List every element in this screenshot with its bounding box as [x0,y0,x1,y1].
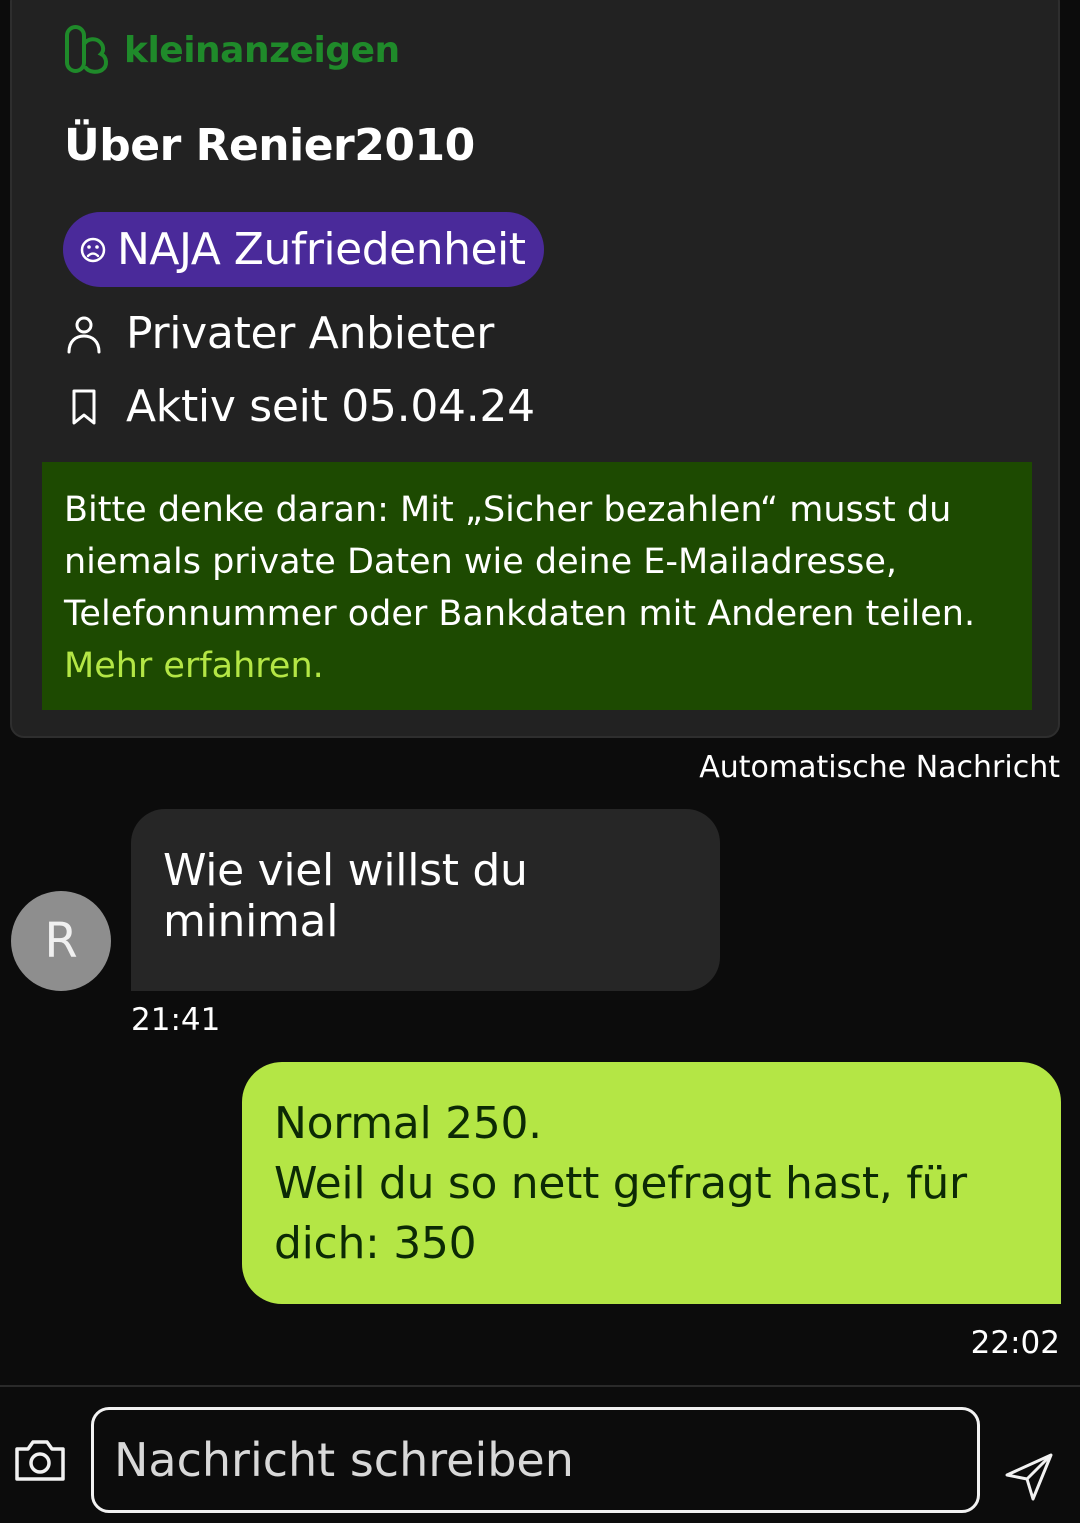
brand-logo: kleinanzeigen [64,24,400,76]
outgoing-message-line: Normal 250. [274,1098,542,1149]
seller-profile-card: kleinanzeigen Über Renier2010 NAJA Zufri… [10,0,1060,738]
outgoing-message-line: Weil du so nett gefragt hast, für dich: … [274,1158,967,1269]
badge-label: NAJA Zufriedenheit [117,224,526,275]
satisfaction-badge: NAJA Zufriedenheit [63,212,544,287]
kleinanzeigen-logo-icon [65,25,108,74]
message-input[interactable] [91,1407,980,1513]
brand-name: kleinanzeigen [124,29,400,71]
bookmark-icon [72,389,96,424]
seller-type: Privater Anbieter [126,308,494,359]
active-since: Aktiv seit 05.04.24 [126,381,535,432]
learn-more-link[interactable]: Mehr erfahren. [64,646,324,686]
incoming-message-bubble: Wie viel willst du minimal [131,809,720,991]
notice-text: Bitte denke daran: Mit „Sicher bezahlen“… [64,490,976,634]
camera-icon[interactable] [12,1437,68,1483]
active-since-row: Aktiv seit 05.04.24 [66,381,535,432]
message-composer [0,1385,1080,1523]
automatic-message-label: Automatische Nachricht [699,750,1060,785]
outgoing-message-bubble: Normal 250. Weil du so nett gefragt hast… [242,1062,1061,1304]
avatar[interactable]: R [11,891,111,991]
chat-screen: kleinanzeigen Über Renier2010 NAJA Zufri… [0,0,1080,1523]
profile-title: Über Renier2010 [64,120,475,171]
safety-notice: Bitte denke daran: Mit „Sicher bezahlen“… [42,462,1032,710]
incoming-message-text: Wie viel willst du minimal [163,845,528,947]
person-icon [67,316,101,353]
sad-face-icon [80,237,106,262]
outgoing-message-time: 22:02 [970,1325,1060,1361]
seller-type-row: Privater Anbieter [66,308,494,359]
incoming-message-time: 21:41 [131,1002,221,1038]
send-icon[interactable] [1003,1451,1055,1503]
